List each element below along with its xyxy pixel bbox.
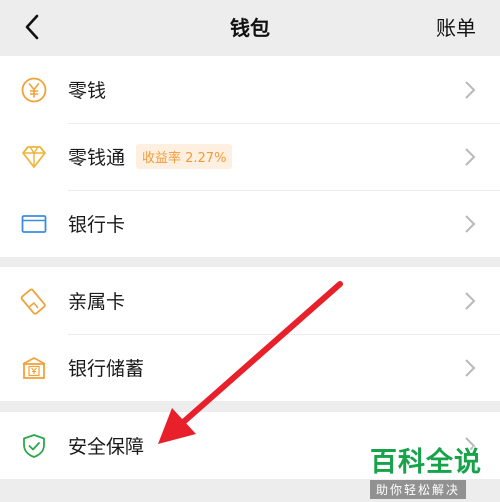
family-card-icon xyxy=(20,288,46,315)
chevron-right-icon xyxy=(465,292,476,310)
wallet-screen: 钱包 账单 零钱 零钱通 收益率 2.27% 银行卡 亲属卡 银行储蓄 安全保障… xyxy=(0,0,500,502)
wallet-group-family: 亲属卡 银行储蓄 xyxy=(0,267,500,401)
security-shield-icon xyxy=(23,434,45,458)
chevron-right-icon xyxy=(465,359,476,377)
row-label: 零钱 xyxy=(68,80,107,102)
wallet-group-security: 安全保障 xyxy=(0,412,500,479)
row-family-card[interactable]: 亲属卡 xyxy=(0,267,500,334)
chevron-right-icon xyxy=(465,81,476,99)
bank-savings-icon xyxy=(22,357,46,379)
back-arrow-icon[interactable] xyxy=(18,12,48,42)
page-title-text: 钱包 xyxy=(230,16,270,40)
wallet-group-balance: 零钱 零钱通 收益率 2.27% 银行卡 xyxy=(0,56,500,257)
page-title: 钱包 xyxy=(0,12,500,41)
chevron-right-icon xyxy=(465,437,476,455)
row-label: 零钱通 xyxy=(68,147,126,169)
row-label: 银行卡 xyxy=(68,214,126,236)
nav-bar: 钱包 账单 xyxy=(0,0,500,56)
row-security[interactable]: 安全保障 xyxy=(0,412,500,479)
row-change[interactable]: 零钱 xyxy=(0,56,500,123)
diamond-icon xyxy=(22,146,46,168)
bill-button[interactable]: 账单 xyxy=(436,12,476,41)
watermark-sub-text: 助你轻松解决 xyxy=(370,480,467,499)
row-change-plus[interactable]: 零钱通 收益率 2.27% xyxy=(0,123,500,190)
chevron-right-icon xyxy=(465,148,476,166)
row-label: 安全保障 xyxy=(68,436,145,458)
chevron-right-icon xyxy=(465,215,476,233)
row-label: 银行储蓄 xyxy=(68,358,145,380)
row-bank-card[interactable]: 银行卡 xyxy=(0,190,500,257)
row-label: 亲属卡 xyxy=(68,291,126,313)
row-bank-savings[interactable]: 银行储蓄 xyxy=(0,334,500,401)
yuan-coin-icon xyxy=(21,77,47,103)
yield-rate-badge: 收益率 2.27% xyxy=(136,144,233,169)
bank-card-icon xyxy=(21,215,47,233)
